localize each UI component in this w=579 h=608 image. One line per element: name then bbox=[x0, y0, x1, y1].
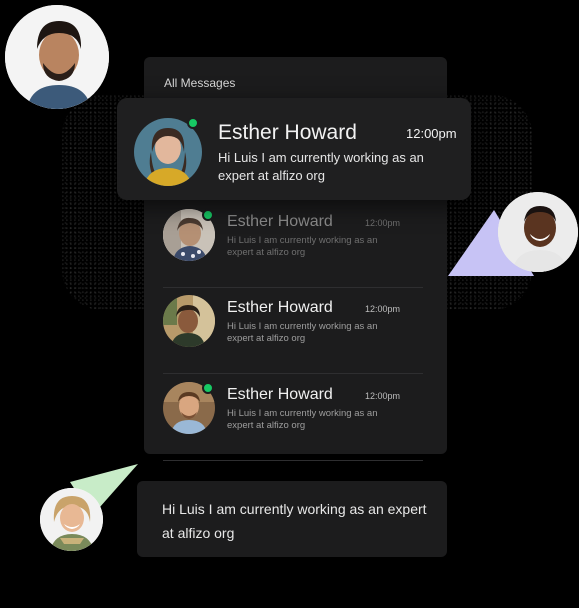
online-status-icon bbox=[187, 117, 199, 129]
row-divider bbox=[163, 373, 423, 374]
message-time: 12:00pm bbox=[365, 218, 401, 228]
message-preview: Hi Luis I am currently working as an exp… bbox=[227, 408, 378, 431]
floating-avatar-right bbox=[498, 192, 578, 272]
bubble-text: Hi Luis I am currently working as an exp… bbox=[162, 501, 427, 541]
floating-avatar-bottom-left bbox=[40, 488, 103, 551]
message-preview: Hi Luis I am currently working as an exp… bbox=[227, 321, 378, 344]
chat-showcase: All Messages Esther Howard 12:00pm Hi Lu… bbox=[0, 0, 579, 608]
message-bubble: Hi Luis I am currently working as an exp… bbox=[137, 481, 447, 557]
message-time: 12:00pm bbox=[406, 126, 457, 141]
avatar bbox=[163, 295, 215, 347]
online-status-icon bbox=[202, 382, 214, 394]
message-time: 12:00pm bbox=[365, 391, 401, 401]
online-status-icon bbox=[202, 209, 214, 221]
message-preview: Hi Luis I am currently working as an exp… bbox=[218, 150, 424, 183]
contact-name: Esther Howard bbox=[227, 386, 333, 403]
row-divider bbox=[163, 460, 423, 461]
message-list-item[interactable]: Esther Howard 12:00pm Hi Luis I am curre… bbox=[163, 375, 423, 461]
contact-name: Esther Howard bbox=[227, 299, 333, 316]
message-preview: Hi Luis I am currently working as an exp… bbox=[227, 235, 378, 258]
message-time: 12:00pm bbox=[365, 304, 401, 314]
panel-title: All Messages bbox=[164, 76, 236, 90]
contact-name: Esther Howard bbox=[218, 121, 357, 144]
contact-name: Esther Howard bbox=[227, 213, 333, 230]
message-list-item[interactable]: Esther Howard 12:00pm Hi Luis I am curre… bbox=[163, 202, 423, 288]
message-list-item[interactable]: Esther Howard 12:00pm Hi Luis I am curre… bbox=[163, 288, 423, 374]
active-message-card[interactable]: Esther Howard 12:00pm Hi Luis I am curre… bbox=[117, 98, 471, 200]
floating-avatar-top-left bbox=[5, 5, 109, 109]
